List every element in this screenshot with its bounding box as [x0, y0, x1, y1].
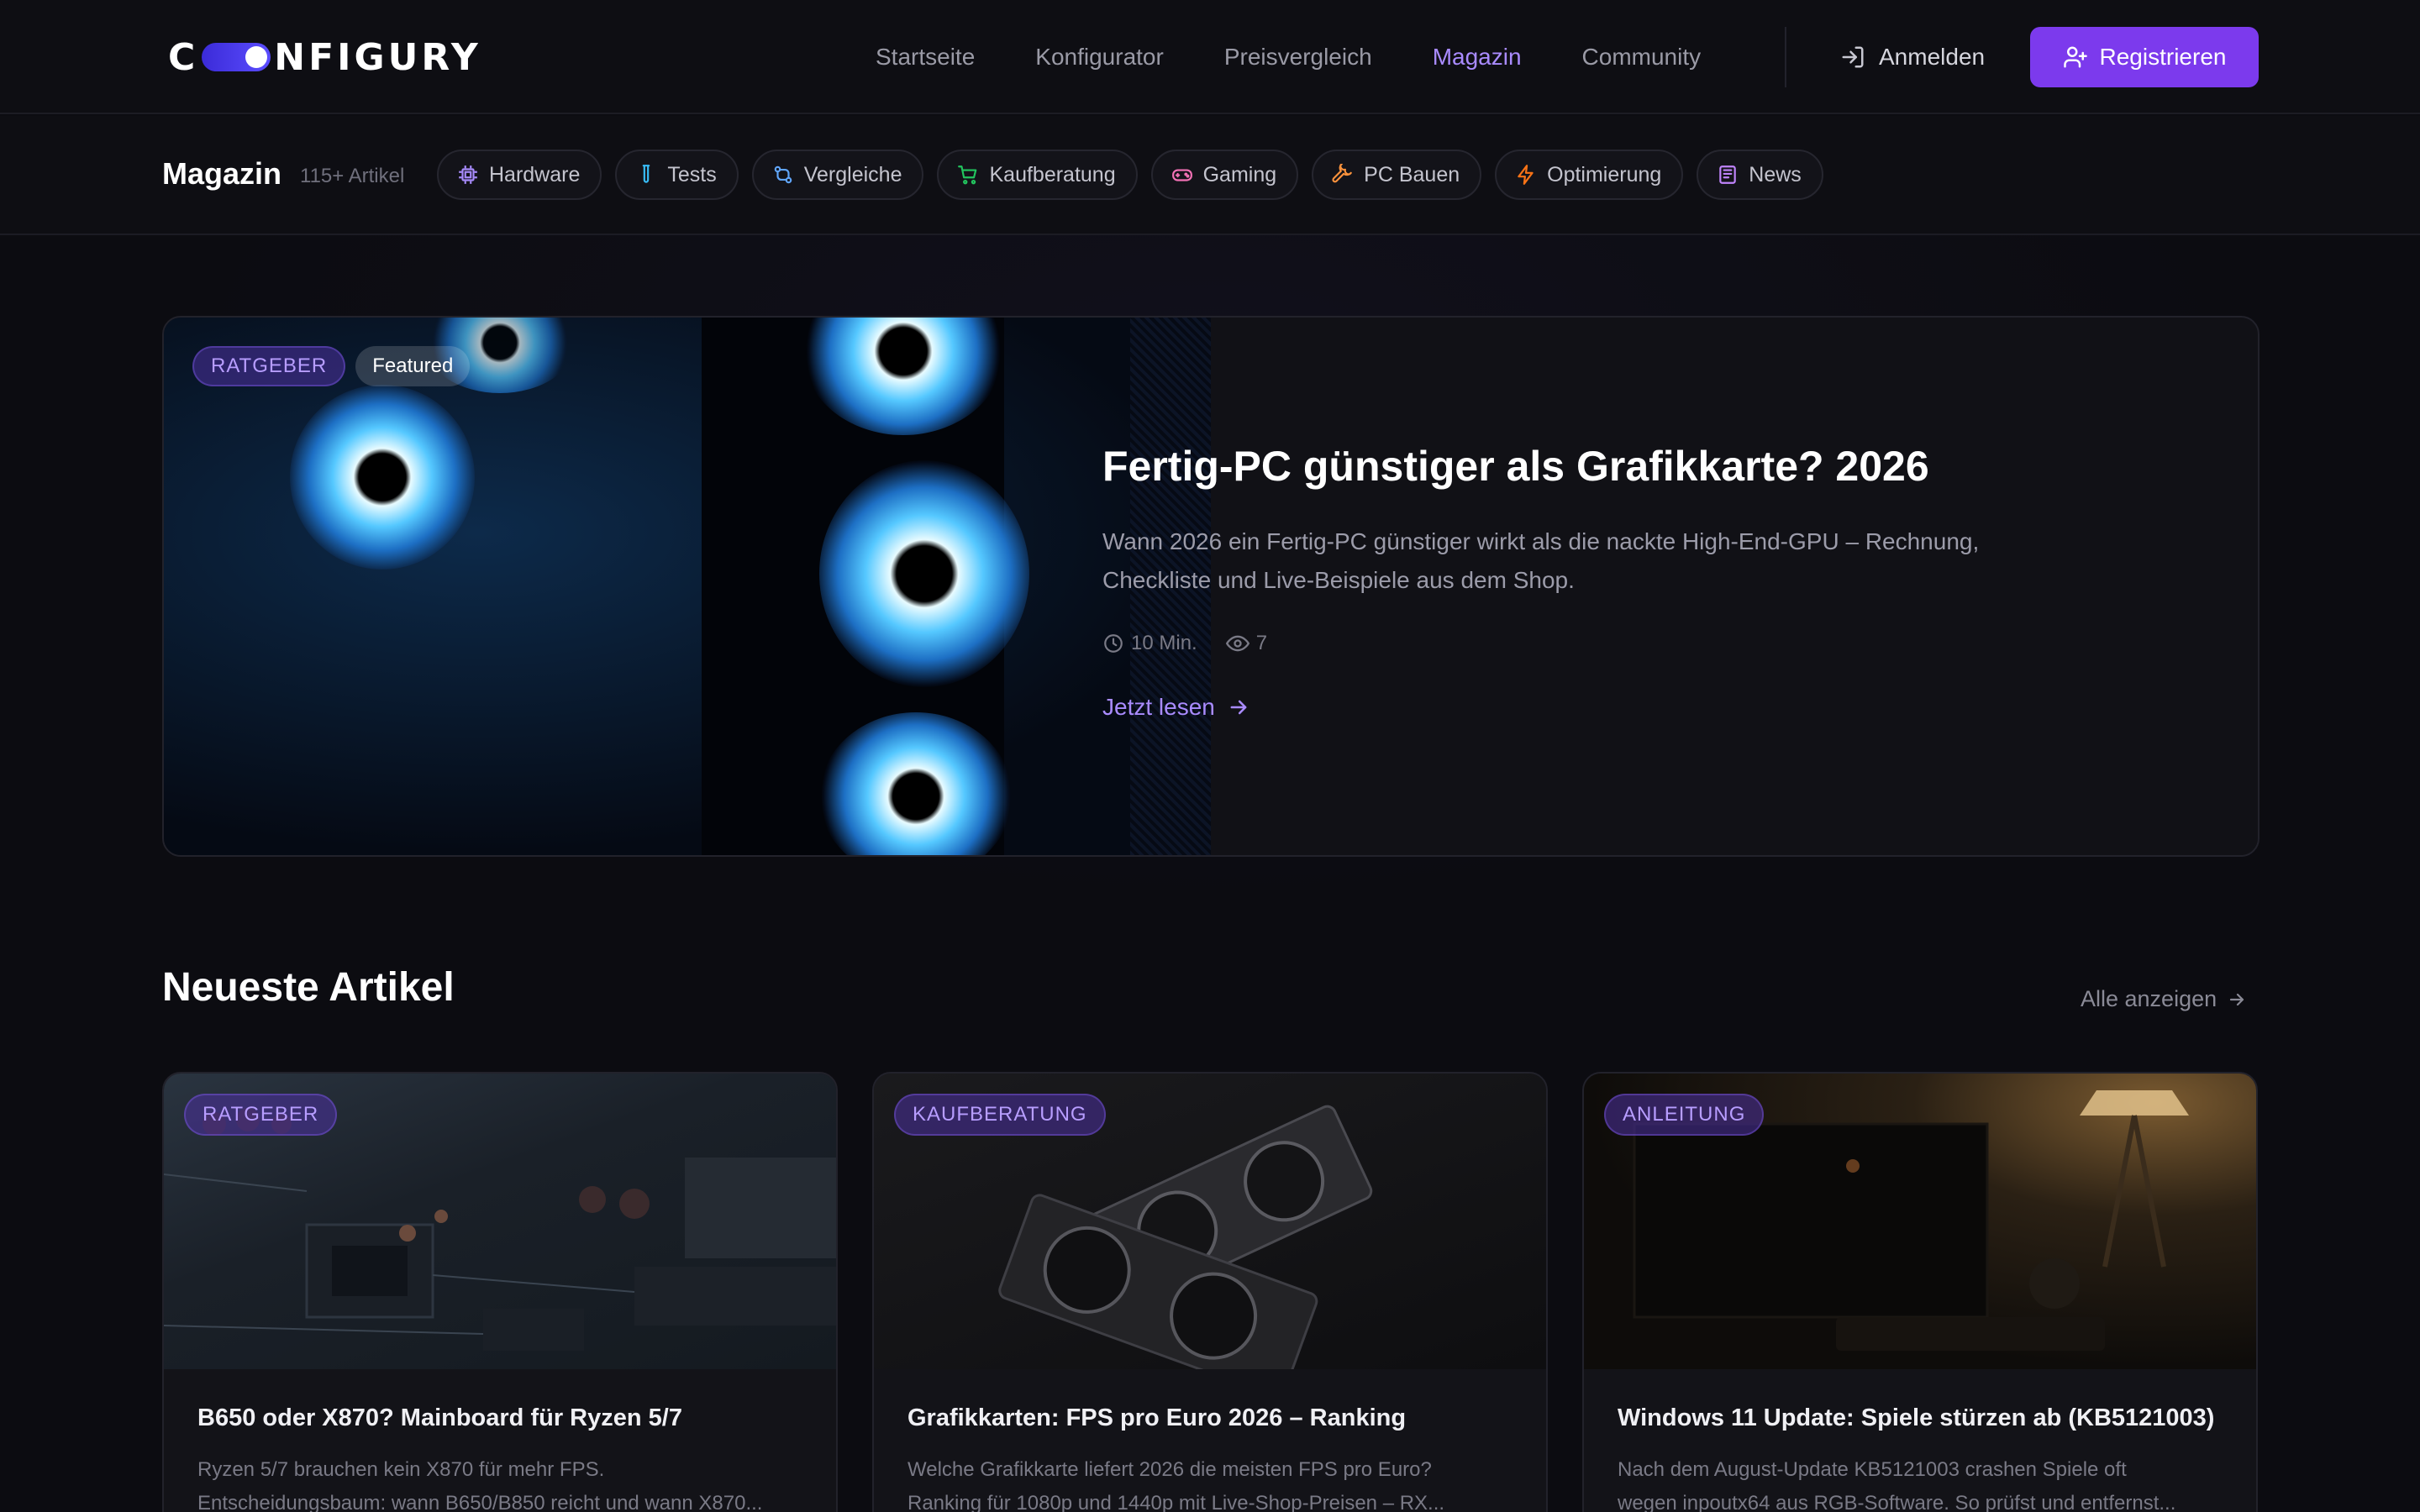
chip-label: Gaming: [1202, 162, 1277, 186]
article-excerpt: Welche Grafikkarte liefert 2026 die meis…: [908, 1453, 1512, 1512]
wrench-icon: [1332, 164, 1352, 183]
category-badge[interactable]: ANLEITUNG: [1604, 1094, 1765, 1136]
view-count-value: 7: [1255, 632, 1268, 654]
read-now-label: Jetzt lesen: [1102, 694, 1215, 720]
category-badge[interactable]: RATGEBER: [184, 1094, 338, 1136]
nav-magazin[interactable]: Magazin: [1433, 44, 1522, 71]
register-label: Registrieren: [2099, 44, 2227, 70]
cart-icon: [958, 165, 977, 185]
compare-icon: [774, 165, 792, 184]
top-navbar: C NFIGURY Startseite Konfigurator Preisv…: [0, 0, 2420, 114]
logo-prefix: C: [168, 35, 199, 79]
chip-label: PC Bauen: [1364, 162, 1460, 186]
newspaper-icon: [1719, 165, 1737, 184]
article-card[interactable]: KAUFBERATUNG Grafikkarten: FPS pro Euro …: [872, 1072, 1548, 1512]
magazine-title: Magazin: [162, 156, 282, 191]
excerpt-line: Ryzen 5/7 brauchen kein X870 für mehr FP…: [197, 1458, 605, 1481]
gamepad-icon: [1171, 169, 1192, 181]
featured-title[interactable]: Fertig-PC günstiger als Grafikkarte? 202…: [1102, 442, 1929, 491]
read-time-value: 10 Min.: [1131, 632, 1197, 654]
main-nav: Startseite Konfigurator Preisvergleich M…: [876, 39, 1701, 76]
nav-startseite[interactable]: Startseite: [876, 44, 975, 71]
article-card[interactable]: ANLEITUNG Windows 11 Update: Spiele stür…: [1582, 1072, 2258, 1512]
featured-badge: Featured: [355, 346, 471, 386]
clock-icon: [1104, 634, 1123, 653]
arrow-right-icon: [2230, 993, 2244, 1005]
article-title[interactable]: Windows 11 Update: Spiele stürzen ab (KB…: [1618, 1404, 2239, 1432]
nav-konfigurator[interactable]: Konfigurator: [1035, 44, 1164, 71]
category-badge[interactable]: RATGEBER: [192, 346, 346, 386]
article-count: 115+ Artikel: [300, 165, 405, 187]
logo-suffix: NFIGURY: [274, 35, 481, 79]
chip-label: Hardware: [489, 162, 581, 186]
featured-badges: RATGEBER Featured: [192, 346, 471, 386]
article-title[interactable]: Grafikkarten: FPS pro Euro 2026 – Rankin…: [908, 1404, 1529, 1432]
latest-section-title: Neueste Artikel: [162, 965, 455, 1010]
category-badge[interactable]: KAUFBERATUNG: [894, 1094, 1106, 1136]
chip-icon: [459, 165, 477, 184]
category-chips: Hardware Tests Vergleiche Kaufberatung G…: [437, 150, 1823, 200]
article-image: RATGEBER: [164, 1074, 836, 1369]
see-all-label: Alle anzeigen: [2081, 986, 2217, 1011]
lightning-icon: [1518, 165, 1534, 185]
excerpt-line: Ranking für 1080p und 1440p mit Live-Sho…: [908, 1492, 1445, 1512]
read-time: 10 Min.: [1102, 632, 1197, 655]
magazine-subbar: Magazin 115+ Artikel Hardware Tests Verg…: [0, 116, 2420, 235]
chip-label: Vergleiche: [803, 162, 902, 186]
featured-image: [164, 318, 1211, 855]
view-count: 7: [1225, 632, 1268, 655]
chip-optimierung[interactable]: Optimierung: [1495, 150, 1684, 200]
chip-pc-bauen[interactable]: PC Bauen: [1312, 150, 1482, 200]
register-button[interactable]: Registrieren: [2030, 27, 2259, 87]
chip-label: Tests: [667, 162, 717, 186]
excerpt-line: Nach dem August-Update KB5121003 crashen…: [1618, 1458, 2127, 1481]
see-all-link[interactable]: Alle anzeigen: [2081, 986, 2247, 1012]
article-card[interactable]: RATGEBER B650 oder X870? Mainboard für R…: [162, 1072, 838, 1512]
login-icon: [1842, 46, 1864, 68]
chip-gaming[interactable]: Gaming: [1150, 150, 1299, 200]
featured-excerpt: Wann 2026 ein Fertig-PC günstiger wirkt …: [1102, 528, 1980, 593]
chip-label: Optimierung: [1547, 162, 1662, 186]
arrow-right-icon: [1230, 700, 1247, 715]
read-now-link[interactable]: Jetzt lesen: [1102, 694, 1250, 721]
chip-tests[interactable]: Tests: [615, 150, 739, 200]
nav-community[interactable]: Community: [1582, 44, 1702, 71]
chip-hardware[interactable]: Hardware: [437, 150, 602, 200]
login-label: Anmelden: [1879, 44, 1986, 70]
article-image: ANLEITUNG: [1584, 1074, 2256, 1369]
article-excerpt: Ryzen 5/7 brauchen kein X870 für mehr FP…: [197, 1453, 802, 1512]
featured-meta: 10 Min. 7: [1102, 632, 1267, 655]
chip-label: Kaufberatung: [989, 162, 1116, 186]
article-excerpt: Nach dem August-Update KB5121003 crashen…: [1618, 1453, 2223, 1512]
article-title[interactable]: B650 oder X870? Mainboard für Ryzen 5/7: [197, 1404, 819, 1432]
chip-label: News: [1749, 162, 1802, 186]
configury-logo[interactable]: C NFIGURY: [168, 35, 481, 79]
chip-news[interactable]: News: [1697, 150, 1823, 200]
excerpt-line: Entscheidungsbaum: wann B650/B850 reicht…: [197, 1492, 763, 1512]
nav-preisvergleich[interactable]: Preisvergleich: [1224, 44, 1372, 71]
eye-icon: [1225, 635, 1249, 652]
excerpt-line: wegen inpoutx64 aus RGB-Software. So prü…: [1618, 1492, 2176, 1512]
add-user-icon: [2063, 46, 2087, 68]
login-button[interactable]: Anmelden: [1840, 37, 1985, 77]
nav-divider: [1785, 27, 1786, 87]
article-image: KAUFBERATUNG: [874, 1074, 1546, 1369]
chip-kaufberatung[interactable]: Kaufberatung: [937, 150, 1138, 200]
test-tube-icon: [643, 165, 650, 183]
chip-vergleiche[interactable]: Vergleiche: [751, 150, 924, 200]
excerpt-line: Welche Grafikkarte liefert 2026 die meis…: [908, 1458, 1432, 1481]
logo-toggle-mark: [202, 43, 271, 71]
